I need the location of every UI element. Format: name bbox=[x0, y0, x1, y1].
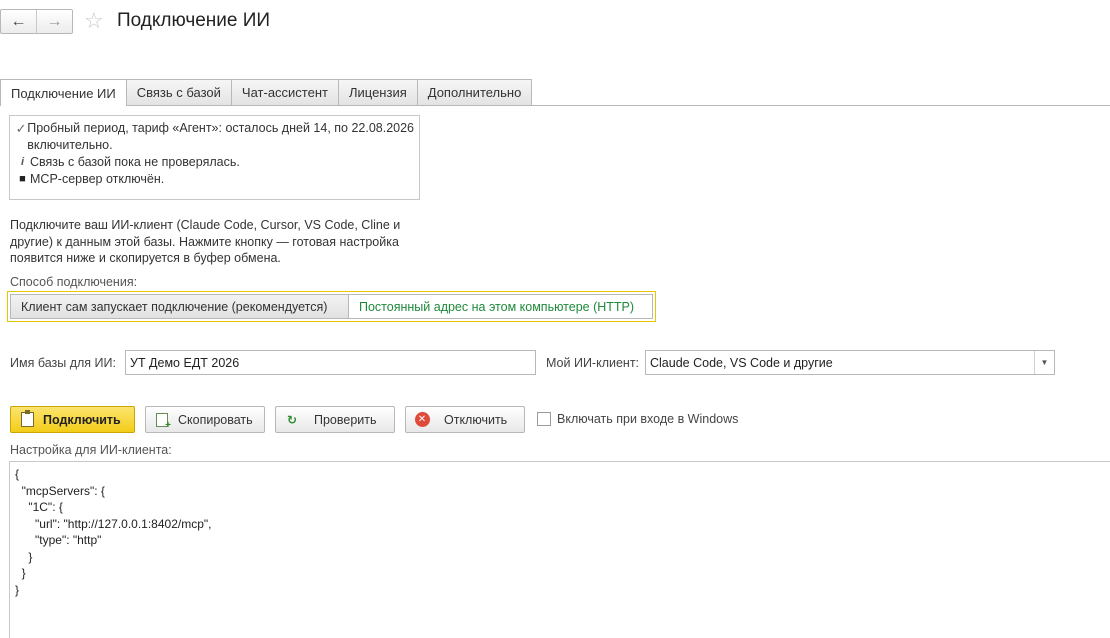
tab-license[interactable]: Лицензия bbox=[337, 79, 418, 105]
description-text: Подключите ваш ИИ-клиент (Claude Code, C… bbox=[10, 218, 401, 265]
connection-method-label: Способ подключения: bbox=[10, 275, 138, 289]
back-button[interactable]: ← bbox=[1, 10, 36, 33]
page-title: Подключение ИИ bbox=[117, 10, 271, 31]
settings-code-field[interactable]: { "mcpServers": { "1C": { "url": "http:/… bbox=[9, 461, 1110, 638]
mcp-status-text: MCP-сервер отключён. bbox=[30, 172, 165, 186]
connect-button[interactable]: Подключить bbox=[10, 406, 135, 433]
arrow-left-icon: ← bbox=[10, 12, 27, 30]
info-icon: i bbox=[20, 156, 25, 168]
tab-bar: Подключение ИИ Связь с базой Чат-ассисте… bbox=[0, 79, 533, 106]
connect-button-label: Подключить bbox=[43, 412, 121, 427]
base-name-label: Имя базы для ИИ: bbox=[10, 356, 116, 370]
forward-button[interactable]: → bbox=[36, 10, 72, 33]
navigation-buttons: ← → bbox=[0, 9, 73, 34]
dropdown-arrow-icon[interactable]: ▼ bbox=[1034, 351, 1054, 374]
connection-status-text: Связь с базой пока не проверялась. bbox=[30, 155, 240, 169]
mcp-status: ■ MCP-сервер отключён. bbox=[15, 171, 414, 188]
clipboard-icon bbox=[19, 410, 35, 428]
copy-add-icon bbox=[154, 412, 171, 431]
settings-label: Настройка для ИИ-клиента: bbox=[10, 443, 172, 457]
option-client-launch[interactable]: Клиент сам запускает подключение (рекоме… bbox=[10, 294, 349, 319]
trial-status-text: Пробный период, тариф «Агент»: осталось … bbox=[27, 121, 415, 152]
option-http-address[interactable]: Постоянный адрес на этом компьютере (HTT… bbox=[349, 294, 653, 319]
tab-ai-connection[interactable]: Подключение ИИ bbox=[0, 79, 127, 106]
disconnect-button[interactable]: ✕ Отключить bbox=[405, 406, 525, 433]
arrow-right-icon: → bbox=[46, 12, 63, 30]
refresh-icon: ↻ bbox=[286, 412, 298, 427]
autostart-label[interactable]: Включать при входе в Windows bbox=[557, 412, 738, 426]
ai-client-label: Мой ИИ-клиент: bbox=[546, 356, 640, 370]
connection-status: i Связь с базой пока не проверялась. bbox=[15, 154, 414, 171]
checkmark-icon: ✓ bbox=[15, 121, 27, 136]
check-button[interactable]: ↻ Проверить bbox=[275, 406, 395, 433]
autostart-checkbox[interactable] bbox=[537, 412, 551, 426]
tab-divider bbox=[0, 105, 1110, 106]
check-button-label: Проверить bbox=[314, 412, 377, 427]
base-name-value: УТ Демо ЕДТ 2026 bbox=[130, 355, 240, 370]
trial-status: ✓ Пробный период, тариф «Агент»: осталос… bbox=[15, 120, 414, 154]
tab-database-link[interactable]: Связь с базой bbox=[125, 79, 232, 105]
ai-client-value: Claude Code, VS Code и другие bbox=[650, 355, 833, 370]
ai-client-select[interactable]: Claude Code, VS Code и другие ▼ bbox=[645, 350, 1055, 375]
disconnect-button-label: Отключить bbox=[444, 412, 508, 427]
connection-method-switch: Клиент сам запускает подключение (рекоме… bbox=[7, 291, 656, 322]
base-name-input[interactable]: УТ Демо ЕДТ 2026 bbox=[125, 350, 536, 375]
tab-additional[interactable]: Дополнительно bbox=[416, 79, 533, 105]
favorite-star-icon[interactable]: ☆ bbox=[84, 8, 104, 34]
status-box: ✓ Пробный период, тариф «Агент»: осталос… bbox=[9, 115, 420, 200]
stop-square-icon: ■ bbox=[19, 173, 26, 185]
tab-chat-assistant[interactable]: Чат-ассистент bbox=[230, 79, 339, 105]
copy-button[interactable]: Скопировать bbox=[145, 406, 265, 433]
stop-circle-icon: ✕ bbox=[414, 412, 430, 428]
copy-button-label: Скопировать bbox=[178, 412, 253, 427]
